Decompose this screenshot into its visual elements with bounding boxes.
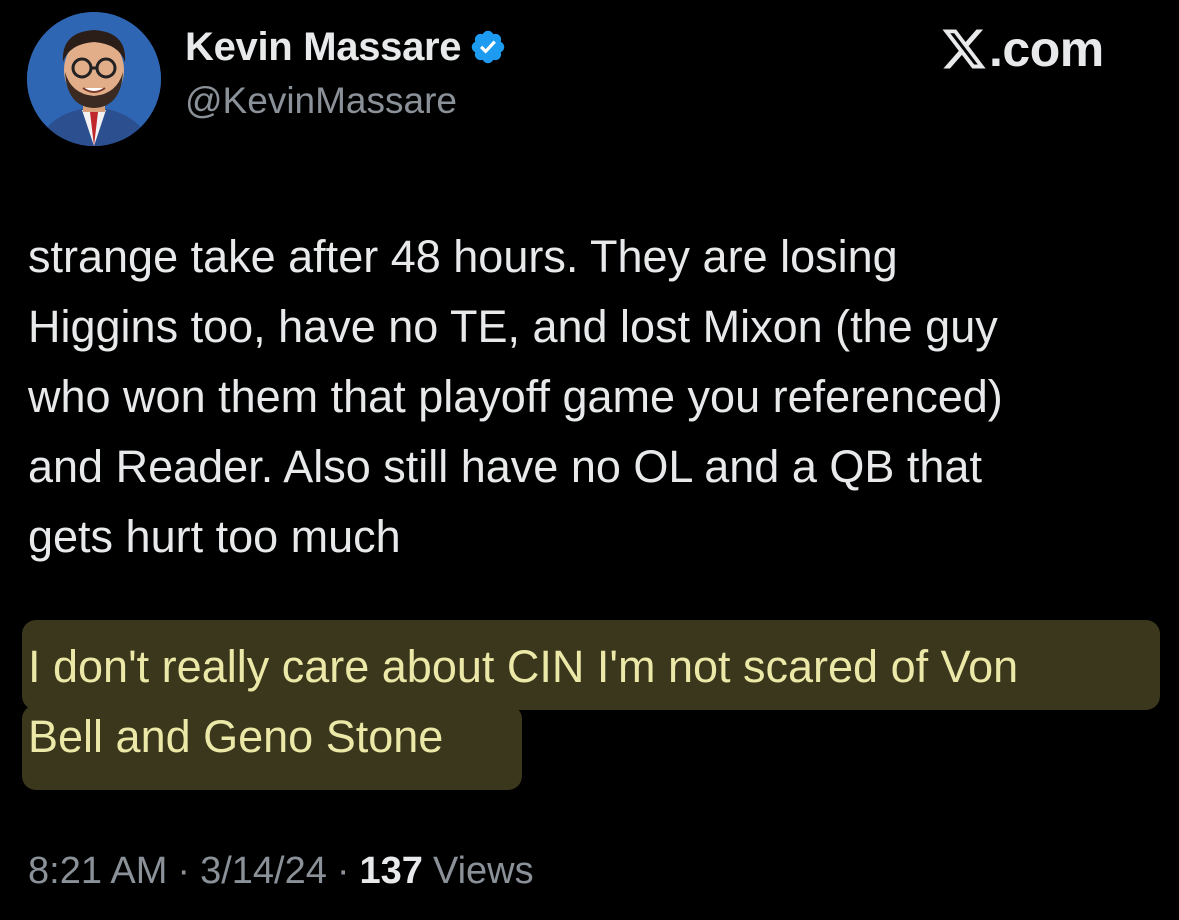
- meta-separator: ·: [177, 850, 191, 892]
- views-label: Views: [432, 850, 534, 892]
- tweet-highlighted-text: I don't really care about CIN I'm not sc…: [28, 641, 1019, 762]
- meta-separator: ·: [336, 850, 350, 892]
- author-display-name[interactable]: Kevin Massare: [185, 25, 462, 70]
- brand-watermark: .com: [940, 20, 1104, 78]
- views-count[interactable]: 137: [360, 850, 423, 893]
- tweet-time[interactable]: 8:21 AM: [28, 850, 167, 893]
- author-avatar[interactable]: [27, 12, 161, 146]
- tweet-meta: 8:21 AM · 3/14/24 · 137 Views: [28, 850, 534, 893]
- tweet-body-text: strange take after 48 hours. They are lo…: [28, 231, 1003, 562]
- author-handle[interactable]: @KevinMassare: [185, 80, 457, 122]
- brand-domain-text: .com: [989, 21, 1104, 77]
- tweet-card: Kevin Massare @KevinMassare .com strange…: [0, 0, 1179, 920]
- avatar-illustration-icon: [27, 12, 161, 146]
- author-name-row: Kevin Massare: [185, 24, 507, 70]
- x-logo-icon: [942, 29, 986, 69]
- tweet-date[interactable]: 3/14/24: [200, 850, 327, 893]
- verified-badge-icon: [472, 30, 505, 64]
